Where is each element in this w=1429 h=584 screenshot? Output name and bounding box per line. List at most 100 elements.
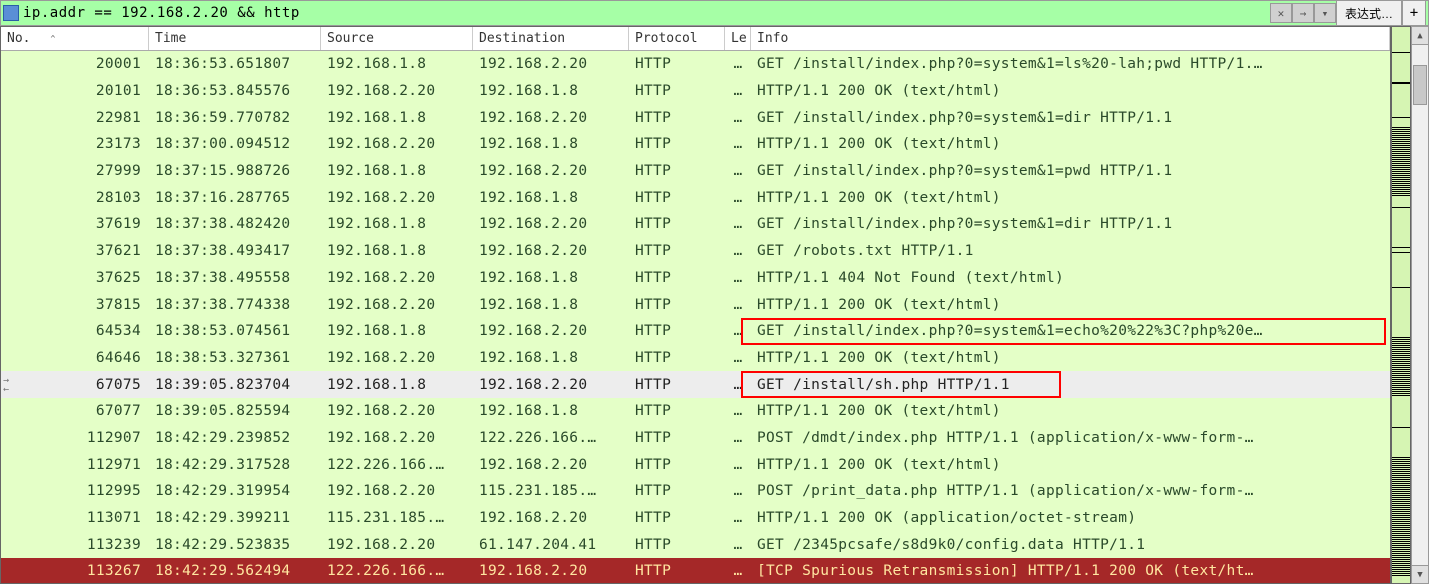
cell-dst: 115.231.185.… [473, 478, 629, 505]
scroll-thumb[interactable] [1413, 65, 1427, 105]
add-filter-button[interactable]: + [1402, 0, 1426, 26]
cell-dst: 192.168.1.8 [473, 131, 629, 158]
table-row[interactable]: 3761918:37:38.482420192.168.1.8192.168.2… [1, 211, 1390, 238]
cell-len: … [725, 265, 751, 292]
col-header-time[interactable]: Time [149, 27, 321, 50]
cell-len: … [725, 451, 751, 478]
cell-src: 192.168.1.8 [321, 371, 473, 398]
cell-len: … [725, 211, 751, 238]
clear-filter-button[interactable]: ✕ [1270, 3, 1292, 23]
cell-no: 37625 [1, 265, 149, 292]
cell-src: 192.168.2.20 [321, 531, 473, 558]
col-header-destination[interactable]: Destination [473, 27, 629, 50]
cell-dst: 192.168.2.20 [473, 451, 629, 478]
table-row[interactable]: 3762118:37:38.493417192.168.1.8192.168.2… [1, 238, 1390, 265]
table-row[interactable]: 11307118:42:29.399211115.231.185.…192.16… [1, 505, 1390, 532]
cell-len: … [725, 371, 751, 398]
cell-no: 67077 [1, 398, 149, 425]
cell-src: 192.168.2.20 [321, 184, 473, 211]
cell-info: GET /2345pcsafe/s8d9k0/config.data HTTP/… [751, 531, 1390, 558]
cell-info: GET /install/index.php?0=system&1=pwd HT… [751, 158, 1390, 185]
cell-time: 18:42:29.319954 [149, 478, 321, 505]
cell-time: 18:36:53.651807 [149, 51, 321, 78]
table-body[interactable]: 2000118:36:53.651807192.168.1.8192.168.2… [1, 51, 1390, 584]
cell-dst: 192.168.1.8 [473, 184, 629, 211]
scroll-track[interactable] [1412, 45, 1428, 565]
expression-button[interactable]: 表达式… [1336, 0, 1402, 26]
goto-arrow-icon: →← [3, 376, 9, 394]
table-row[interactable]: 6464618:38:53.327361192.168.2.20192.168.… [1, 345, 1390, 372]
cell-dst: 192.168.2.20 [473, 318, 629, 345]
table-row[interactable]: 2317318:37:00.094512192.168.2.20192.168.… [1, 131, 1390, 158]
cell-dst: 192.168.2.20 [473, 158, 629, 185]
cell-len: … [725, 425, 751, 452]
recent-filter-button[interactable]: ▾ [1314, 3, 1336, 23]
cell-proto: HTTP [629, 291, 725, 318]
col-header-info[interactable]: Info [751, 27, 1390, 50]
cell-info: HTTP/1.1 200 OK (text/html) [751, 131, 1390, 158]
cell-len: … [725, 238, 751, 265]
table-row[interactable]: 2000118:36:53.651807192.168.1.8192.168.2… [1, 51, 1390, 78]
table-row[interactable]: 6453418:38:53.074561192.168.1.8192.168.2… [1, 318, 1390, 345]
apply-filter-button[interactable]: → [1292, 3, 1314, 23]
table-row[interactable]: 2810318:37:16.287765192.168.2.20192.168.… [1, 184, 1390, 211]
table-row[interactable]: 6707518:39:05.823704192.168.1.8192.168.2… [1, 371, 1390, 398]
table-row[interactable]: 2298118:36:59.770782192.168.1.8192.168.2… [1, 104, 1390, 131]
table-row[interactable]: 11326718:42:29.562494122.226.166.…192.16… [1, 558, 1390, 584]
scroll-down-arrow-icon[interactable]: ▼ [1412, 565, 1428, 583]
cell-proto: HTTP [629, 158, 725, 185]
col-header-source[interactable]: Source [321, 27, 473, 50]
cell-dst: 192.168.1.8 [473, 78, 629, 105]
cell-proto: HTTP [629, 505, 725, 532]
packet-list: No.^ Time Source Destination Protocol Le… [0, 26, 1391, 584]
bookmark-icon[interactable] [3, 5, 19, 21]
cell-no: 64646 [1, 345, 149, 372]
cell-info: HTTP/1.1 200 OK (text/html) [751, 451, 1390, 478]
cell-info: GET /robots.txt HTTP/1.1 [751, 238, 1390, 265]
cell-no: 22981 [1, 104, 149, 131]
cell-no: 37621 [1, 238, 149, 265]
cell-src: 192.168.1.8 [321, 104, 473, 131]
cell-info: GET /install/index.php?0=system&1=ls%20-… [751, 51, 1390, 78]
table-row[interactable]: 11290718:42:29.239852192.168.2.20122.226… [1, 425, 1390, 452]
col-header-length[interactable]: Le [725, 27, 751, 50]
cell-proto: HTTP [629, 265, 725, 292]
table-row[interactable]: 2010118:36:53.845576192.168.2.20192.168.… [1, 78, 1390, 105]
cell-info: GET /install/sh.php HTTP/1.1 [751, 371, 1390, 398]
cell-no: 112995 [1, 478, 149, 505]
cell-dst: 192.168.2.20 [473, 505, 629, 532]
cell-info: HTTP/1.1 404 Not Found (text/html) [751, 265, 1390, 292]
vertical-scrollbar[interactable]: ▲ ▼ [1411, 26, 1429, 584]
cell-len: … [725, 345, 751, 372]
cell-len: … [725, 478, 751, 505]
cell-len: … [725, 78, 751, 105]
cell-len: … [725, 184, 751, 211]
packet-minimap[interactable] [1391, 26, 1411, 584]
table-row[interactable]: 3781518:37:38.774338192.168.2.20192.168.… [1, 291, 1390, 318]
cell-time: 18:42:29.523835 [149, 531, 321, 558]
col-header-protocol[interactable]: Protocol [629, 27, 725, 50]
table-row[interactable]: 11323918:42:29.523835192.168.2.2061.147.… [1, 531, 1390, 558]
table-row[interactable]: 11297118:42:29.317528122.226.166.…192.16… [1, 451, 1390, 478]
cell-dst: 192.168.2.20 [473, 238, 629, 265]
cell-src: 192.168.2.20 [321, 131, 473, 158]
cell-proto: HTTP [629, 51, 725, 78]
table-row[interactable]: 11299518:42:29.319954192.168.2.20115.231… [1, 478, 1390, 505]
table-row[interactable]: 6707718:39:05.825594192.168.2.20192.168.… [1, 398, 1390, 425]
table-row[interactable]: 3762518:37:38.495558192.168.2.20192.168.… [1, 265, 1390, 292]
table-row[interactable]: 2799918:37:15.988726192.168.1.8192.168.2… [1, 158, 1390, 185]
cell-no: 64534 [1, 318, 149, 345]
cell-proto: HTTP [629, 318, 725, 345]
cell-no: 20001 [1, 51, 149, 78]
cell-time: 18:38:53.327361 [149, 345, 321, 372]
scroll-up-arrow-icon[interactable]: ▲ [1412, 27, 1428, 45]
cell-proto: HTTP [629, 238, 725, 265]
display-filter-input[interactable] [23, 5, 1270, 21]
cell-len: … [725, 558, 751, 584]
cell-dst: 192.168.2.20 [473, 104, 629, 131]
cell-src: 192.168.1.8 [321, 318, 473, 345]
cell-src: 192.168.2.20 [321, 398, 473, 425]
cell-time: 18:36:59.770782 [149, 104, 321, 131]
col-header-no[interactable]: No.^ [1, 27, 149, 50]
cell-src: 192.168.2.20 [321, 345, 473, 372]
